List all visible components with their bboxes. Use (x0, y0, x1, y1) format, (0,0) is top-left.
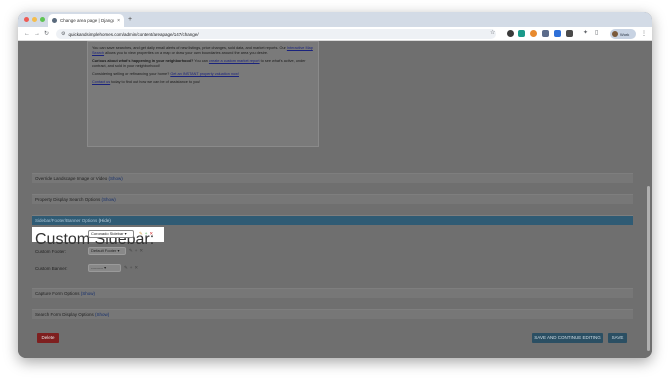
tab-title: Change area page | Django s (60, 18, 115, 23)
forward-icon[interactable]: → (34, 30, 40, 38)
custom-banner-select[interactable]: --------- ▾ (88, 264, 121, 272)
custom-sidebar-row: Custom Sidebar: Coronado Sidebar ▾ ✎ + ✕ (32, 227, 164, 248)
avatar (612, 31, 618, 37)
delete-button[interactable]: Delete (37, 333, 59, 343)
browser-window: Change area page | Django s × + ← → ↻ ⚙ … (18, 12, 652, 358)
add-icon[interactable]: + (145, 231, 148, 236)
editor-paragraph: Curious about what's happening in your n… (92, 59, 306, 68)
edit-icon[interactable]: ✎ (124, 265, 128, 270)
valuation-link[interactable]: Get an INSTANT property valuation now! (170, 72, 239, 76)
reload-icon[interactable]: ↻ (44, 30, 49, 38)
window-minimize-button[interactable] (32, 17, 37, 22)
window-maximize-button[interactable] (40, 17, 45, 22)
section-capture-form[interactable]: Capture Form Options (Show) (32, 288, 633, 298)
delete-icon[interactable]: ✕ (139, 248, 143, 253)
profile-name: Work (620, 31, 630, 37)
window-close-button[interactable] (24, 17, 29, 22)
show-toggle-link[interactable]: (Show) (95, 312, 109, 317)
delete-icon[interactable]: ✕ (134, 265, 138, 270)
extension-icon[interactable] (566, 30, 573, 37)
new-tab-button[interactable]: + (128, 15, 132, 24)
custom-footer-select[interactable]: Default Footer ▾ (88, 247, 126, 255)
rich-text-editor[interactable]: You can save searches, and get daily ema… (87, 41, 319, 147)
editor-paragraph: Considering selling or refinancing your … (92, 72, 239, 76)
profile-button[interactable]: Work (610, 29, 636, 39)
show-toggle-link[interactable]: (Show) (108, 176, 122, 181)
custom-footer-label: Custom Footer: (35, 249, 67, 254)
favicon-icon (52, 18, 57, 23)
section-search-form-display[interactable]: Search Form Display Options (Show) (32, 309, 633, 319)
page-content: You can save searches, and get daily ema… (18, 41, 652, 358)
show-toggle-link[interactable]: (Show) (81, 291, 95, 296)
delete-icon[interactable]: ✕ (149, 231, 153, 236)
show-toggle-link[interactable]: (Show) (102, 197, 116, 202)
save-button[interactable]: SAVE (608, 333, 627, 343)
section-property-display[interactable]: Property Display Search Options (Show) (32, 194, 633, 204)
hide-toggle-link[interactable]: (Hide) (99, 218, 111, 223)
custom-banner-label: Custom Banner: (35, 266, 68, 271)
custom-footer-row: Custom Footer: Default Footer ▾ ✎ + ✕ (32, 247, 332, 257)
extension-icon[interactable] (530, 30, 537, 37)
address-bar[interactable]: ⚙ quickandsimplehomes.com/admin/content/… (56, 29, 496, 39)
section-sidebar-footer-banner[interactable]: Sidebar/Footer/Banner Options (Hide) (32, 215, 633, 225)
menu-icon[interactable]: ⋮ (641, 30, 647, 37)
add-icon[interactable]: + (130, 265, 133, 270)
sidepanel-icon[interactable]: ▯ (595, 30, 602, 37)
url-text[interactable]: quickandsimplehomes.com/admin/content/ar… (68, 32, 198, 37)
puzzle-icon[interactable]: ✦ (583, 30, 590, 37)
custom-sidebar-select[interactable]: Coronado Sidebar ▾ (88, 230, 134, 238)
edit-icon[interactable]: ✎ (139, 231, 143, 236)
bookmark-star-icon[interactable]: ☆ (490, 30, 497, 37)
back-icon[interactable]: ← (24, 30, 30, 38)
browser-tab[interactable]: Change area page | Django s × (48, 14, 124, 27)
extension-icon[interactable] (507, 30, 514, 37)
market-report-link[interactable]: create a custom market report (209, 59, 260, 63)
contact-us-link[interactable]: Contact us (92, 80, 110, 84)
browser-toolbar: ← → ↻ ⚙ quickandsimplehomes.com/admin/co… (18, 27, 652, 41)
editor-paragraph: Contact us today to find out how we can … (92, 80, 201, 84)
add-icon[interactable]: + (135, 248, 138, 253)
extension-icon[interactable] (554, 30, 561, 37)
scrollbar[interactable] (647, 186, 650, 351)
custom-banner-row: Custom Banner: --------- ▾ ✎ + ✕ (32, 264, 332, 274)
section-override-landscape[interactable]: Override Landscape Image or Video (Show) (32, 173, 633, 183)
editor-paragraph: You can save searches, and get daily ema… (92, 46, 313, 55)
tab-close-icon[interactable]: × (117, 18, 120, 24)
site-info-icon[interactable]: ⚙ (61, 31, 65, 37)
extension-icon[interactable] (542, 30, 549, 37)
save-and-continue-button[interactable]: SAVE AND CONTINUE EDITING (532, 333, 603, 343)
edit-icon[interactable]: ✎ (129, 248, 133, 253)
tab-strip: Change area page | Django s × + (18, 12, 652, 27)
extension-icon[interactable] (518, 30, 525, 37)
